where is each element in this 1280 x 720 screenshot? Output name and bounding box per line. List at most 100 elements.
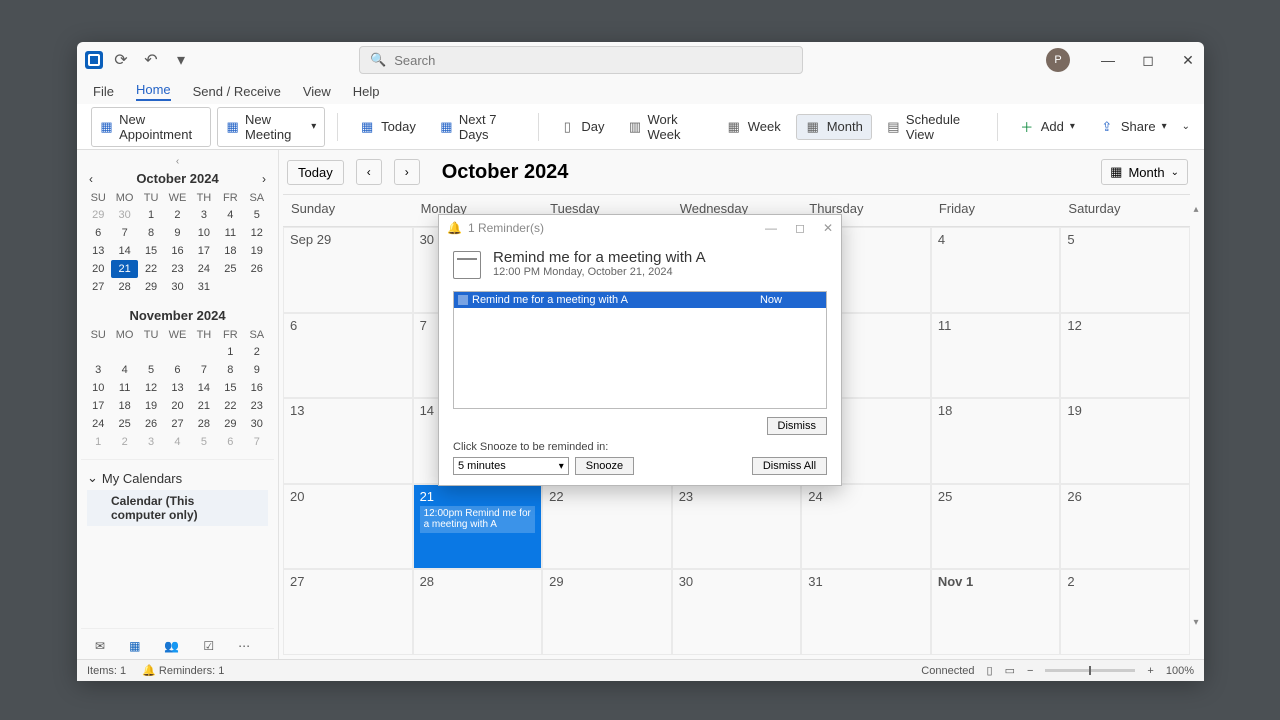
calendar-local-item[interactable]: Calendar (This computer only)	[87, 490, 268, 526]
menu-view[interactable]: View	[303, 84, 331, 99]
menu-help[interactable]: Help	[353, 84, 380, 99]
new-appointment-button[interactable]: ▦New Appointment	[91, 107, 211, 147]
view-normal-icon[interactable]: ▯	[987, 664, 993, 677]
day-cell[interactable]: 2	[1060, 569, 1190, 655]
day-cell[interactable]: 18	[931, 398, 1061, 484]
week-view-button[interactable]: ▦Week	[717, 114, 790, 140]
snooze-label: Click Snooze to be reminded in:	[453, 441, 827, 453]
chevron-down-icon: ▾	[311, 121, 316, 132]
today-icon: ▦	[359, 119, 375, 135]
avatar[interactable]: P	[1046, 48, 1070, 72]
add-button[interactable]: ＋Add▾	[1010, 114, 1084, 140]
scrollbar[interactable]: ▴ ▾	[1190, 204, 1202, 629]
dialog-close-button[interactable]: ✕	[823, 221, 833, 235]
day-cell[interactable]: 29	[542, 569, 672, 655]
zoom-in-icon[interactable]: +	[1147, 665, 1153, 677]
people-icon[interactable]: 👥	[164, 639, 179, 653]
reminder-item-icon	[458, 295, 468, 305]
view-reading-icon[interactable]: ▭	[1005, 664, 1015, 677]
menubar: File Home Send / Receive View Help	[77, 78, 1204, 104]
day-cell[interactable]: 24	[801, 484, 931, 570]
reminder-row[interactable]: Remind me for a meeting with A Now	[454, 292, 826, 308]
sidebar-collapse-icon[interactable]: ‹	[81, 156, 274, 167]
more-icon[interactable]: ⋯	[238, 639, 250, 653]
appointment-icon	[453, 251, 481, 279]
mini-cal-nov[interactable]: SUMOTUWETHFRSA12345678910111213141516171…	[81, 327, 274, 459]
day-header: Sunday	[283, 195, 413, 227]
day-cell[interactable]: 11	[931, 313, 1061, 399]
undo-icon[interactable]: ↶	[143, 52, 159, 68]
new-meeting-button[interactable]: ▦New Meeting▾	[217, 107, 325, 147]
day-cell[interactable]: 30	[672, 569, 802, 655]
menu-home[interactable]: Home	[136, 82, 171, 101]
dialog-maximize-button[interactable]: ◻	[795, 221, 805, 235]
month-view-button[interactable]: ▦Month	[796, 114, 872, 140]
sync-icon[interactable]: ⟳	[113, 52, 129, 68]
maximize-button[interactable]: ◻	[1140, 52, 1156, 68]
tasks-icon[interactable]: ☑	[203, 639, 214, 653]
prev-month-icon[interactable]: ‹	[89, 172, 93, 186]
period-title: October 2024	[442, 161, 569, 184]
week-view-icon: ▦	[726, 119, 742, 135]
day-cell[interactable]: 25	[931, 484, 1061, 570]
next-month-icon[interactable]: ›	[262, 172, 266, 186]
day-cell[interactable]: Sep 29	[283, 227, 413, 313]
day-cell[interactable]: 23	[672, 484, 802, 570]
share-icon: ⇪	[1099, 119, 1115, 135]
day-cell[interactable]: 2112:00pm Remind me for a meeting with A	[413, 484, 543, 570]
day-cell[interactable]: 6	[283, 313, 413, 399]
snooze-select[interactable]: 5 minutes▾	[453, 457, 569, 475]
mini-cal-oct[interactable]: SUMOTUWETHFRSA29301234567891011121314151…	[81, 190, 274, 304]
scroll-up-icon[interactable]: ▴	[1190, 204, 1202, 216]
menu-send-receive[interactable]: Send / Receive	[193, 84, 281, 99]
calendar-app-icon[interactable]: ▦	[129, 639, 140, 653]
my-calendars-header[interactable]: ⌄My Calendars	[87, 466, 268, 490]
zoom-value: 100%	[1166, 665, 1194, 677]
day-cell[interactable]: 28	[413, 569, 543, 655]
day-cell[interactable]: 19	[1060, 398, 1190, 484]
day-cell[interactable]: 26	[1060, 484, 1190, 570]
schedule-view-button[interactable]: ▤Schedule View	[878, 107, 985, 147]
status-reminders[interactable]: 🔔 Reminders: 1	[142, 664, 224, 677]
bell-icon: 🔔	[447, 221, 462, 235]
chevron-down-icon: ⌄	[87, 470, 98, 486]
day-cell[interactable]: 13	[283, 398, 413, 484]
goto-today-button[interactable]: Today	[287, 160, 344, 185]
search-icon: 🔍	[370, 52, 386, 68]
day-cell[interactable]: 22	[542, 484, 672, 570]
reminder-list[interactable]: Remind me for a meeting with A Now	[453, 291, 827, 409]
dismiss-all-button[interactable]: Dismiss All	[752, 457, 827, 475]
next7-button[interactable]: ▦Next 7 Days	[431, 107, 526, 147]
view-selector[interactable]: ▦Month⌄	[1101, 159, 1188, 185]
workweek-view-button[interactable]: ▥Work Week	[619, 107, 710, 147]
day-cell[interactable]: 20	[283, 484, 413, 570]
day-cell[interactable]: 12	[1060, 313, 1190, 399]
share-button[interactable]: ⇪Share▾	[1090, 114, 1176, 140]
zoom-out-icon[interactable]: −	[1027, 665, 1033, 677]
day-cell[interactable]: 31	[801, 569, 931, 655]
zoom-slider[interactable]	[1045, 669, 1135, 672]
reminder-row-when: Now	[760, 294, 782, 306]
search-input[interactable]: 🔍 Search	[359, 46, 803, 74]
day-cell[interactable]: Nov 1	[931, 569, 1061, 655]
next-period-button[interactable]: ›	[394, 159, 420, 185]
close-button[interactable]: ✕	[1180, 52, 1196, 68]
day-cell[interactable]: 4	[931, 227, 1061, 313]
menu-file[interactable]: File	[93, 84, 114, 99]
dismiss-button[interactable]: Dismiss	[767, 417, 828, 435]
calendar-event[interactable]: 12:00pm Remind me for a meeting with A	[420, 506, 536, 533]
today-button[interactable]: ▦Today	[350, 114, 425, 140]
dialog-minimize-button[interactable]: —	[765, 221, 777, 235]
day-cell[interactable]: 27	[283, 569, 413, 655]
prev-period-button[interactable]: ‹	[356, 159, 382, 185]
ribbon-collapse-icon[interactable]: ⌄	[1182, 121, 1190, 132]
scroll-down-icon[interactable]: ▾	[1190, 617, 1202, 629]
day-cell[interactable]: 5	[1060, 227, 1190, 313]
dialog-titlebar[interactable]: 🔔 1 Reminder(s) — ◻ ✕	[439, 215, 841, 241]
snooze-button[interactable]: Snooze	[575, 457, 634, 475]
mail-icon[interactable]: ✉	[95, 639, 105, 653]
statusbar: Items: 1 🔔 Reminders: 1 Connected ▯ ▭ − …	[77, 659, 1204, 681]
minimize-button[interactable]: —	[1100, 52, 1116, 68]
customize-qat-icon[interactable]: ▾	[173, 52, 189, 68]
day-view-button[interactable]: ▯Day	[550, 114, 613, 140]
